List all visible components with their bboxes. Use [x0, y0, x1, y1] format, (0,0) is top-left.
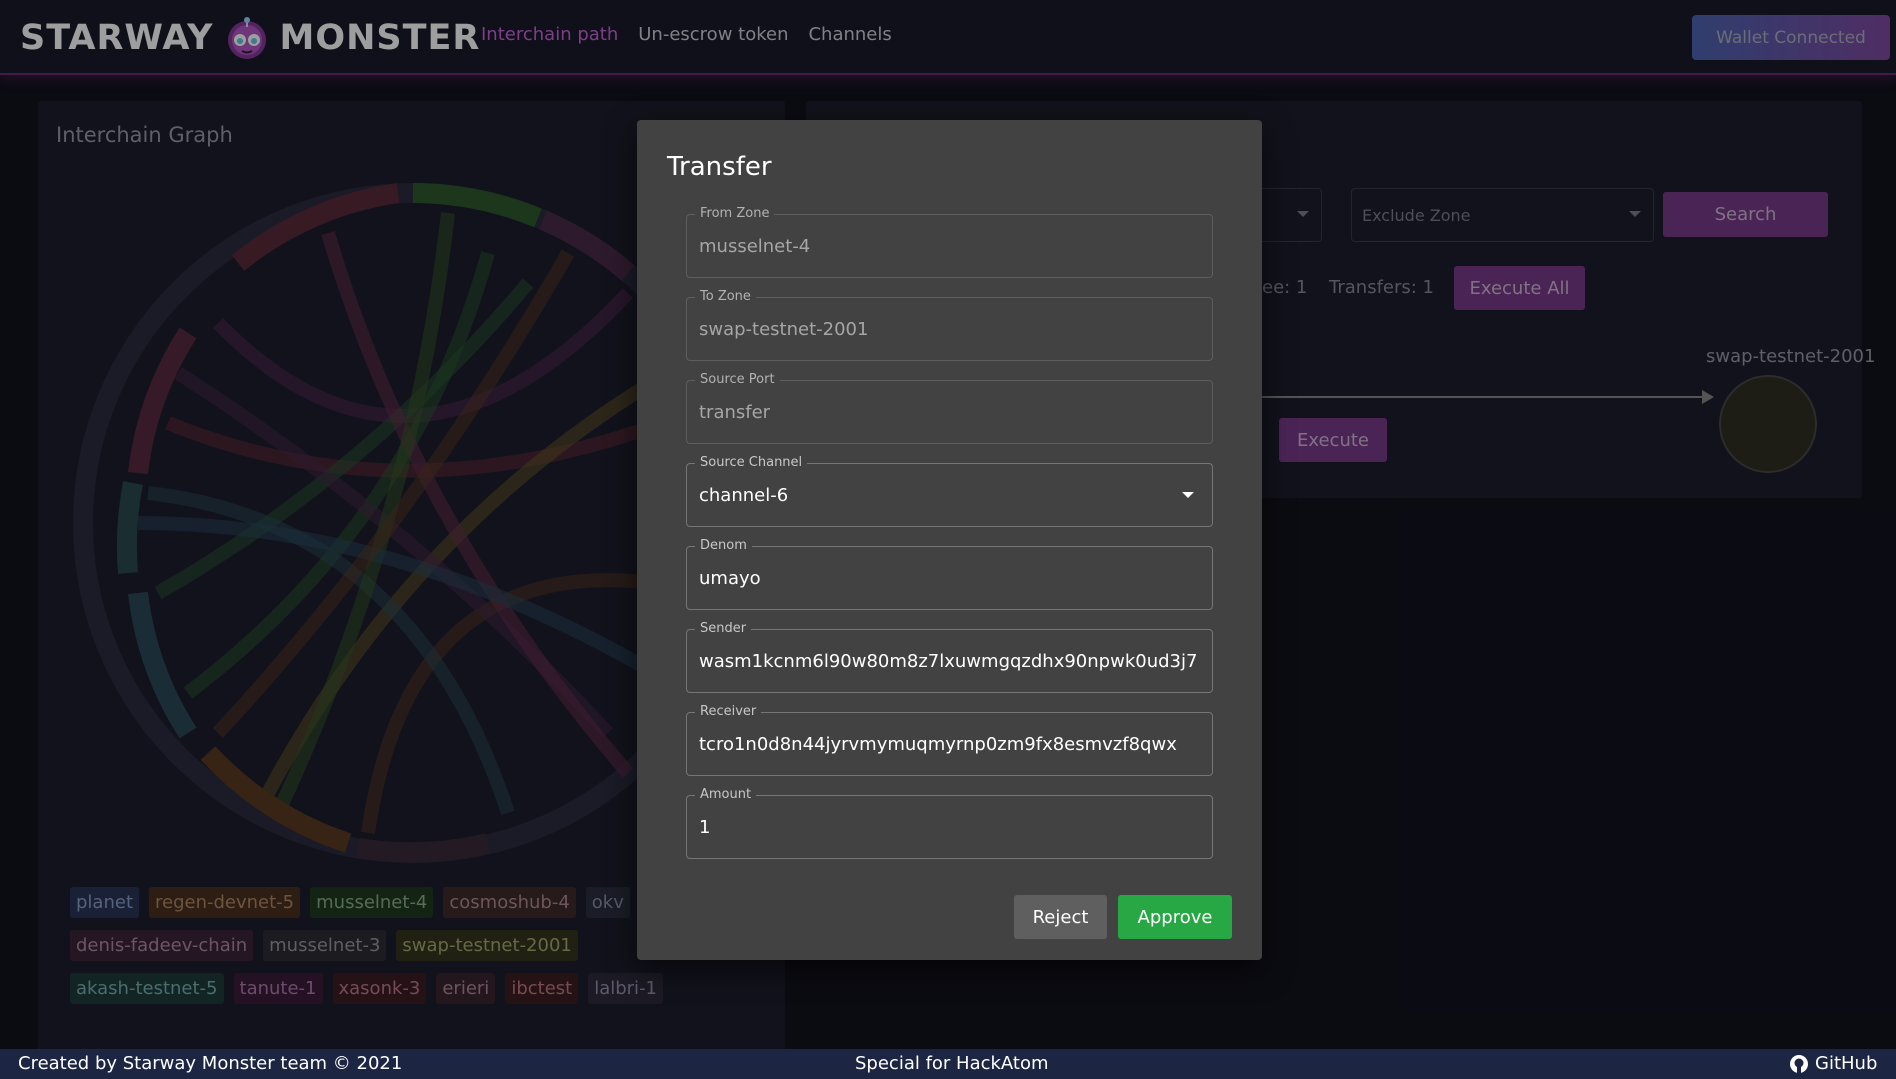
- sender-field[interactable]: Sender wasm1kcnm6l90w80m8z7lxuwmgqzdhx90…: [686, 621, 1213, 693]
- footer: Created by Starway Monster team © 2021 S…: [0, 1049, 1896, 1079]
- footer-hackatom: Special for HackAtom: [855, 1053, 1049, 1074]
- modal-title: Transfer: [667, 152, 772, 182]
- transfer-modal: Transfer From Zone musselnet-4 To Zone s…: [637, 120, 1262, 960]
- from-zone-field: From Zone musselnet-4: [686, 206, 1213, 278]
- footer-credits: Created by Starway Monster team © 2021: [18, 1053, 403, 1074]
- field-value: wasm1kcnm6l90w80m8z7lxuwmgqzdhx90npwk0ud…: [699, 651, 1198, 672]
- source-port-field: Source Port transfer: [686, 372, 1213, 444]
- field-label: Amount: [695, 787, 757, 802]
- field-value: umayo: [699, 568, 761, 589]
- field-value: 1: [699, 817, 711, 838]
- field-label: Receiver: [695, 704, 762, 719]
- reject-button[interactable]: Reject: [1014, 895, 1107, 939]
- to-zone-field: To Zone swap-testnet-2001: [686, 289, 1213, 361]
- field-label: Denom: [695, 538, 752, 553]
- field-label: From Zone: [695, 206, 775, 221]
- field-value: channel-6: [699, 485, 789, 506]
- amount-field[interactable]: Amount 1: [686, 787, 1213, 859]
- field-value: swap-testnet-2001: [699, 319, 869, 340]
- source-channel-select[interactable]: Source Channel channel-6: [686, 455, 1213, 527]
- field-label: Source Channel: [695, 455, 808, 470]
- github-link[interactable]: GitHub: [1789, 1053, 1877, 1074]
- field-label: To Zone: [695, 289, 756, 304]
- chevron-down-icon: [1182, 492, 1194, 498]
- github-label: GitHub: [1815, 1053, 1878, 1074]
- approve-button[interactable]: Approve: [1118, 895, 1232, 939]
- github-icon: [1790, 1054, 1808, 1073]
- field-value: musselnet-4: [699, 236, 811, 257]
- field-label: Sender: [695, 621, 752, 636]
- field-label: Source Port: [695, 372, 780, 387]
- denom-field[interactable]: Denom umayo: [686, 538, 1213, 610]
- field-value: tcro1n0d8n44jyrvmymuqmyrnp0zm9fx8esmvzf8…: [699, 734, 1177, 755]
- field-value: transfer: [699, 402, 771, 423]
- receiver-field[interactable]: Receiver tcro1n0d8n44jyrvmymuqmyrnp0zm9f…: [686, 704, 1213, 776]
